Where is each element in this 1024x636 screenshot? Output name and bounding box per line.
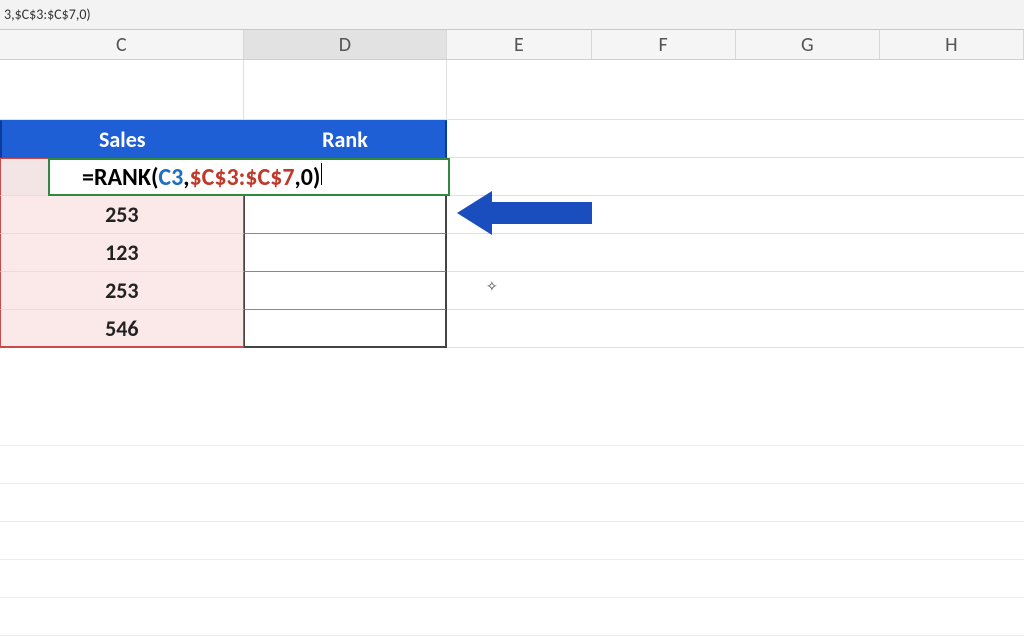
cell-d7[interactable] bbox=[244, 310, 448, 348]
formula-ref1: C3 bbox=[158, 163, 183, 192]
cell-c6[interactable]: 253 bbox=[0, 272, 244, 310]
row-4: 253 bbox=[0, 196, 1024, 234]
header-sales[interactable]: Sales bbox=[0, 120, 244, 158]
cell-c7[interactable]: 546 bbox=[0, 310, 244, 348]
cell-rest-4[interactable] bbox=[447, 196, 1024, 234]
cell-d1[interactable] bbox=[244, 60, 448, 120]
cell-rest-6[interactable] bbox=[447, 272, 1024, 310]
row-6: 253 bbox=[0, 272, 1024, 310]
formula-bar-text: 3,$C$3:$C$7,0) bbox=[4, 6, 91, 23]
cell-c5[interactable]: 123 bbox=[0, 234, 244, 272]
formula-range: $C$3:$C$7 bbox=[189, 163, 294, 192]
col-header-g[interactable]: G bbox=[736, 30, 880, 59]
cell-rest-1[interactable] bbox=[447, 60, 1024, 120]
cell-c1[interactable] bbox=[0, 60, 244, 120]
row-7: 546 bbox=[0, 310, 1024, 348]
formula-arg3: 0 bbox=[301, 163, 313, 192]
cell-rest-5[interactable] bbox=[447, 234, 1024, 272]
header-rank[interactable]: Rank bbox=[244, 120, 448, 158]
cell-d6[interactable] bbox=[244, 272, 448, 310]
row-2-headers: Sales Rank bbox=[0, 120, 1024, 158]
cell-c3-leftpad[interactable] bbox=[0, 158, 48, 196]
formula-suffix: ) bbox=[313, 163, 320, 192]
col-header-f[interactable]: F bbox=[592, 30, 736, 59]
cell-cursor-icon: ✧ bbox=[486, 278, 498, 295]
cell-d4[interactable] bbox=[244, 196, 448, 234]
formula-editing-cell[interactable]: =RANK(C3,$C$3:$C$7,0) bbox=[48, 158, 450, 196]
cell-rest-7[interactable] bbox=[447, 310, 1024, 348]
col-header-d[interactable]: D bbox=[244, 30, 448, 59]
sheet-body[interactable]: Sales Rank =RANK(C3,$C$3:$C$7,0) 253 123 bbox=[0, 60, 1024, 348]
cell-c4[interactable]: 253 bbox=[0, 196, 244, 234]
spreadsheet-grid: C D E F G H Sales Rank =RANK(C3,$C$3:$C$… bbox=[0, 30, 1024, 348]
cell-rest-3[interactable] bbox=[447, 158, 1024, 196]
col-header-h[interactable]: H bbox=[880, 30, 1024, 59]
column-headers: C D E F G H bbox=[0, 30, 1024, 60]
row-1[interactable] bbox=[0, 60, 1024, 120]
row-5: 123 bbox=[0, 234, 1024, 272]
formula-bar[interactable]: 3,$C$3:$C$7,0) bbox=[0, 0, 1024, 30]
cell-d5[interactable] bbox=[244, 234, 448, 272]
row-3: =RANK(C3,$C$3:$C$7,0) bbox=[0, 158, 1024, 196]
col-header-c[interactable]: C bbox=[0, 30, 244, 59]
col-header-e[interactable]: E bbox=[447, 30, 591, 59]
formula-prefix: =RANK( bbox=[82, 163, 158, 192]
cell-rest-2[interactable] bbox=[447, 120, 1024, 158]
text-cursor bbox=[321, 163, 322, 185]
formula-text: =RANK(C3,$C$3:$C$7,0) bbox=[82, 163, 322, 192]
